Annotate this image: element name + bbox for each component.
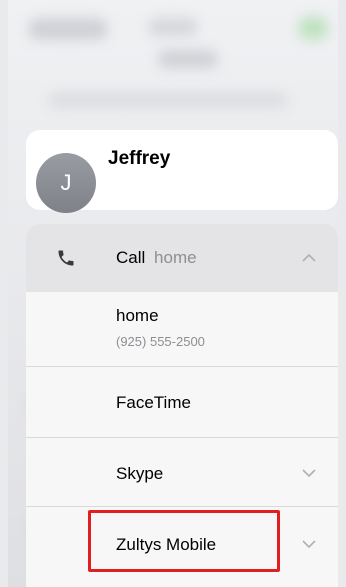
contact-name: Jeffrey: [108, 148, 171, 169]
blur-shape: [158, 50, 218, 68]
option-home[interactable]: home (925) 555-2500: [26, 292, 338, 366]
contact-card[interactable]: J Jeffrey: [26, 130, 338, 213]
option-skype[interactable]: Skype: [26, 437, 338, 506]
option-phone-number: (925) 555-2500: [116, 334, 205, 349]
blur-shape: [148, 18, 198, 36]
phone-icon: [58, 250, 74, 266]
option-title: Skype: [116, 464, 164, 483]
chevron-up-icon[interactable]: [302, 253, 316, 263]
avatar-initial: J: [60, 170, 72, 195]
call-action-row[interactable]: Call home: [26, 224, 338, 292]
blur-shape: [48, 92, 288, 108]
blur-shape: [28, 18, 108, 40]
call-label-text: Call: [116, 248, 146, 267]
option-facetime[interactable]: FaceTime: [26, 366, 338, 437]
chevron-down-icon[interactable]: [302, 539, 316, 549]
blur-shape: [298, 16, 328, 40]
screen: J Jeffrey Call home home (925) 555-2500 …: [8, 0, 338, 587]
option-title: home: [116, 306, 159, 325]
option-title: FaceTime: [116, 393, 191, 412]
call-sublabel: home: [154, 248, 197, 267]
highlight-box: [88, 510, 280, 572]
chevron-down-icon[interactable]: [302, 468, 316, 478]
avatar: J: [36, 153, 96, 213]
call-label: Call home: [116, 248, 197, 268]
